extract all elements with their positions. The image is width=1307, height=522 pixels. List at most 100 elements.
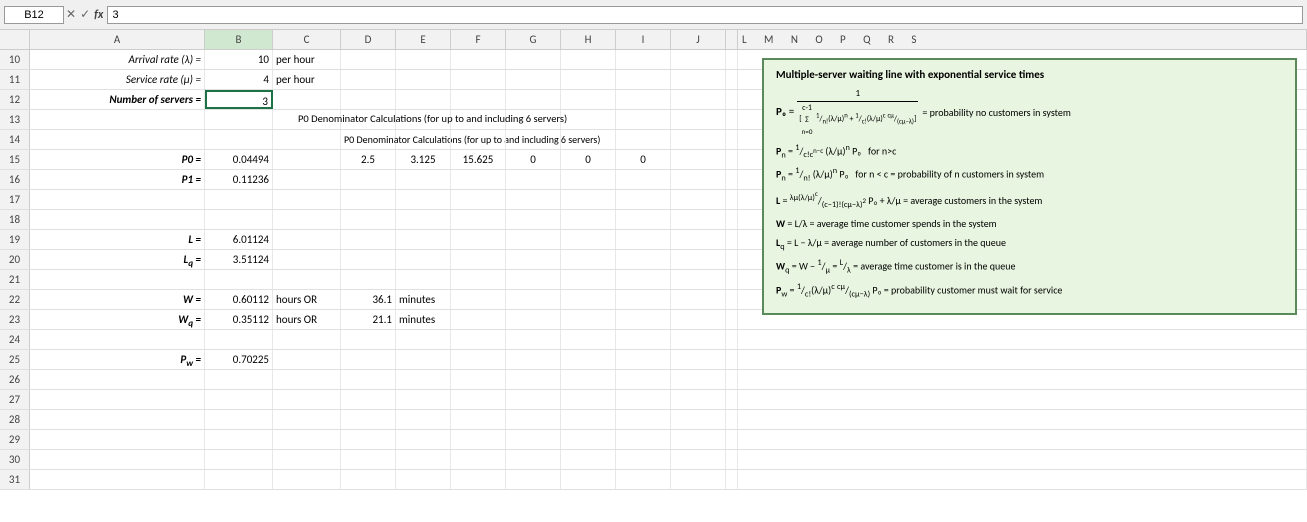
insert-function-icon[interactable]: fx	[94, 8, 103, 22]
cell-E31[interactable]	[396, 470, 451, 489]
cell-F20[interactable]	[451, 250, 506, 269]
cell-A15[interactable]: P0 =	[30, 150, 205, 169]
cell-A28[interactable]	[30, 410, 205, 429]
cell-F14[interactable]	[451, 130, 506, 149]
cell-I21[interactable]	[616, 270, 671, 289]
cell-J19[interactable]	[671, 230, 726, 249]
cell-H12[interactable]	[561, 90, 616, 109]
cell-B24[interactable]	[205, 330, 273, 349]
cell-H10[interactable]	[561, 50, 616, 69]
cell-F10[interactable]	[451, 50, 506, 69]
cell-H23[interactable]	[561, 310, 616, 329]
cell-H26[interactable]	[561, 370, 616, 389]
cell-B13[interactable]	[205, 110, 273, 129]
col-header-D[interactable]: D	[341, 30, 396, 49]
cell-G26[interactable]	[506, 370, 561, 389]
cell-C18[interactable]	[273, 210, 341, 229]
cell-J31[interactable]	[671, 470, 726, 489]
cell-I29[interactable]	[616, 430, 671, 449]
cell-D16[interactable]	[341, 170, 396, 189]
cell-F21[interactable]	[451, 270, 506, 289]
cell-E27[interactable]	[396, 390, 451, 409]
cell-I10[interactable]	[616, 50, 671, 69]
cell-H30[interactable]	[561, 450, 616, 469]
cell-I11[interactable]	[616, 70, 671, 89]
cell-J17[interactable]	[671, 190, 726, 209]
cell-J24[interactable]	[671, 330, 726, 349]
cell-G16[interactable]	[506, 170, 561, 189]
cell-J18[interactable]	[671, 210, 726, 229]
cell-C23[interactable]: hours OR	[273, 310, 341, 329]
cell-C10[interactable]: per hour	[273, 50, 341, 69]
cell-I12[interactable]	[616, 90, 671, 109]
cell-A13[interactable]	[30, 110, 205, 129]
cell-E13[interactable]	[396, 110, 451, 129]
cell-F27[interactable]	[451, 390, 506, 409]
cell-G21[interactable]	[506, 270, 561, 289]
cell-B10[interactable]: 10	[205, 50, 273, 69]
cell-A19[interactable]: L =	[30, 230, 205, 249]
cell-G22[interactable]	[506, 290, 561, 309]
cell-B23[interactable]: 0.35112	[205, 310, 273, 329]
cell-C24[interactable]	[273, 330, 341, 349]
cell-A18[interactable]	[30, 210, 205, 229]
cell-H19[interactable]	[561, 230, 616, 249]
cell-E19[interactable]	[396, 230, 451, 249]
cell-C29[interactable]	[273, 430, 341, 449]
col-header-E[interactable]: E	[396, 30, 451, 49]
cell-E28[interactable]	[396, 410, 451, 429]
cell-A23[interactable]: Wq =	[30, 310, 205, 329]
cell-I18[interactable]	[616, 210, 671, 229]
cell-E23[interactable]: minutes	[396, 310, 451, 329]
cell-D14[interactable]: P0 Denominator Calculations (for up to a…	[341, 130, 396, 149]
cell-H14[interactable]	[561, 130, 616, 149]
cell-A24[interactable]	[30, 330, 205, 349]
cell-J27[interactable]	[671, 390, 726, 409]
cell-E18[interactable]	[396, 210, 451, 229]
cell-D21[interactable]	[341, 270, 396, 289]
cell-D15[interactable]: 2.5	[341, 150, 396, 169]
cell-I15[interactable]: 0	[616, 150, 671, 169]
cell-D23[interactable]: 21.1	[341, 310, 396, 329]
cell-C21[interactable]	[273, 270, 341, 289]
cell-D27[interactable]	[341, 390, 396, 409]
cell-G27[interactable]	[506, 390, 561, 409]
col-header-F[interactable]: F	[451, 30, 506, 49]
cell-E16[interactable]	[396, 170, 451, 189]
cell-C31[interactable]	[273, 470, 341, 489]
cell-B15[interactable]: 0.04494	[205, 150, 273, 169]
col-header-B[interactable]: B	[205, 30, 273, 49]
cell-B14[interactable]	[205, 130, 273, 149]
col-header-I[interactable]: I	[616, 30, 671, 49]
cell-C15[interactable]	[273, 150, 341, 169]
cell-D19[interactable]	[341, 230, 396, 249]
cell-H27[interactable]	[561, 390, 616, 409]
cell-E12[interactable]	[396, 90, 451, 109]
cell-F23[interactable]	[451, 310, 506, 329]
cell-C14[interactable]	[273, 130, 341, 149]
cell-G28[interactable]	[506, 410, 561, 429]
col-header-G[interactable]: G	[506, 30, 561, 49]
cell-F16[interactable]	[451, 170, 506, 189]
cell-F25[interactable]	[451, 350, 506, 369]
cell-B12[interactable]: 3	[205, 90, 273, 109]
cell-I31[interactable]	[616, 470, 671, 489]
cell-B28[interactable]	[205, 410, 273, 429]
cell-J30[interactable]	[671, 450, 726, 469]
cell-C30[interactable]	[273, 450, 341, 469]
cell-H22[interactable]	[561, 290, 616, 309]
cell-G13[interactable]	[506, 110, 561, 129]
cell-I20[interactable]	[616, 250, 671, 269]
cell-J26[interactable]	[671, 370, 726, 389]
cell-F12[interactable]	[451, 90, 506, 109]
cell-I23[interactable]	[616, 310, 671, 329]
cell-F24[interactable]	[451, 330, 506, 349]
cell-G25[interactable]	[506, 350, 561, 369]
cell-D24[interactable]	[341, 330, 396, 349]
cell-B22[interactable]: 0.60112	[205, 290, 273, 309]
cell-B29[interactable]	[205, 430, 273, 449]
cell-F22[interactable]	[451, 290, 506, 309]
cell-G11[interactable]	[506, 70, 561, 89]
cell-H28[interactable]	[561, 410, 616, 429]
cell-B31[interactable]	[205, 470, 273, 489]
